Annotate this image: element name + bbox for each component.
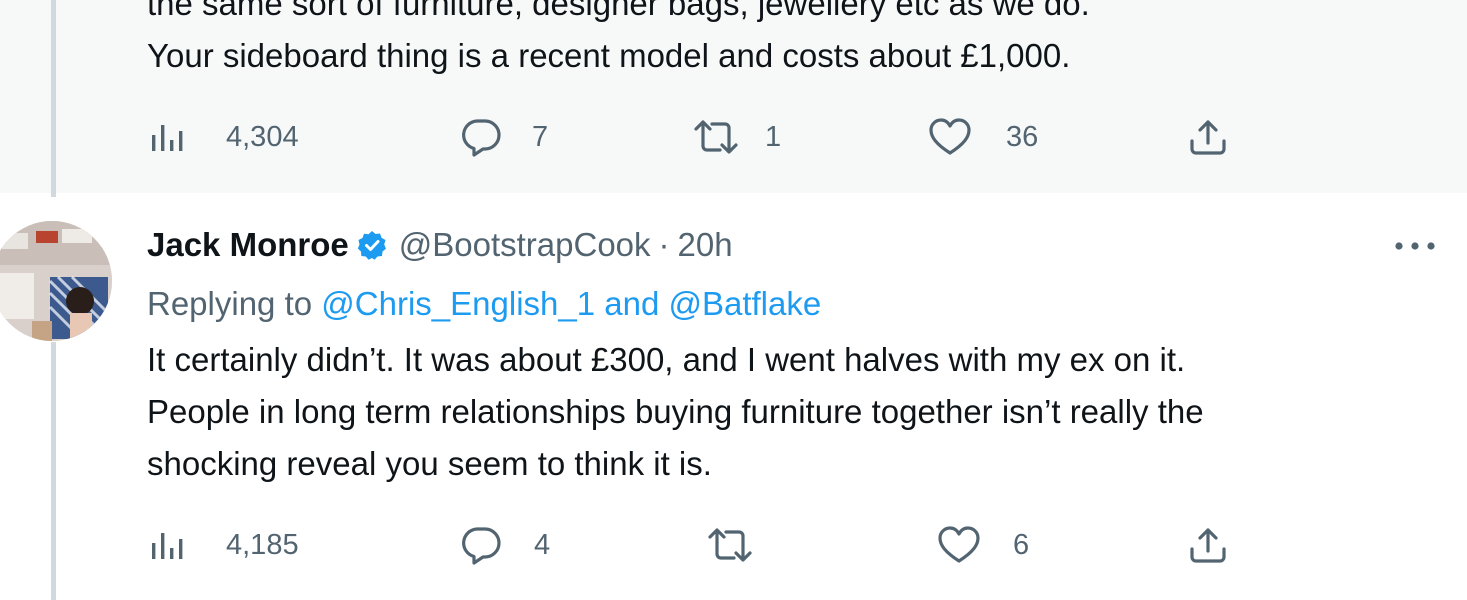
- share-icon: [1190, 528, 1226, 563]
- reply-count: 4: [534, 528, 551, 561]
- mention-link[interactable]: @Chris_English_1: [321, 285, 595, 322]
- retweet-button[interactable]: 1: [693, 112, 781, 162]
- author-name[interactable]: Jack Monroe: [147, 226, 349, 264]
- like-count: 6: [1013, 528, 1030, 561]
- views-button[interactable]: 4,304: [150, 112, 299, 162]
- mention-joiner: and: [604, 285, 660, 322]
- author-handle[interactable]: @BootstrapCook: [399, 226, 651, 264]
- like-icon: [938, 526, 980, 563]
- like-button[interactable]: 6: [937, 520, 1029, 570]
- avatar-photo: [0, 221, 112, 341]
- reply-count: 7: [532, 120, 549, 153]
- like-button[interactable]: 36: [928, 112, 1038, 162]
- views-icon: [152, 533, 183, 559]
- previous-tweet-text-line: Your sideboard thing is a recent model a…: [147, 37, 1071, 74]
- tweet-header: Jack Monroe @BootstrapCook · 20h: [147, 220, 733, 270]
- replying-to: Replying to @Chris_English_1 and @Batfla…: [147, 279, 821, 329]
- reply-icon: [462, 119, 501, 157]
- previous-tweet-action-bar: 4,304 7 1 36: [0, 112, 1467, 162]
- reply-button[interactable]: 4: [460, 520, 550, 570]
- retweet-icon: [694, 120, 738, 154]
- header-separator: ·: [658, 226, 670, 263]
- verified-badge-icon: [357, 230, 387, 260]
- reply-button[interactable]: 7: [460, 112, 548, 162]
- previous-tweet-text-line: the same sort of furniture, designer bag…: [147, 0, 1090, 22]
- views-icon: [152, 125, 183, 151]
- retweet-button[interactable]: [707, 520, 779, 570]
- more-icon: [1395, 242, 1435, 250]
- retweet-count: 1: [765, 120, 782, 153]
- tweet-text-line: People in long term relationships buying…: [147, 393, 1204, 430]
- views-count: 4,185: [226, 528, 299, 561]
- share-button[interactable]: [1188, 112, 1228, 162]
- share-icon: [1190, 120, 1226, 155]
- replying-to-label: Replying to: [147, 285, 313, 322]
- like-icon: [929, 118, 971, 155]
- mention-link[interactable]: @Batflake: [668, 285, 821, 322]
- avatar[interactable]: [0, 221, 112, 341]
- views-count: 4,304: [226, 120, 299, 153]
- retweet-icon: [708, 528, 752, 562]
- tweet-text-line: It certainly didn’t. It was about £300, …: [147, 341, 1186, 378]
- like-count: 36: [1006, 120, 1039, 153]
- share-button[interactable]: [1188, 520, 1228, 570]
- more-button[interactable]: [1392, 226, 1438, 266]
- previous-tweet-text: the same sort of furniture, designer bag…: [147, 0, 1090, 82]
- views-button[interactable]: 4,185: [150, 520, 299, 570]
- conversation-page: the same sort of furniture, designer bag…: [0, 0, 1467, 600]
- tweet-action-bar: 4,185 4 6: [0, 520, 1467, 570]
- tweet-text-line: shocking reveal you seem to think it is.: [147, 445, 712, 482]
- tweet-text: It certainly didn’t. It was about £300, …: [147, 334, 1204, 490]
- thread-connector-line: [51, 0, 56, 197]
- reply-icon: [462, 527, 501, 565]
- tweet-timestamp[interactable]: 20h: [678, 226, 733, 264]
